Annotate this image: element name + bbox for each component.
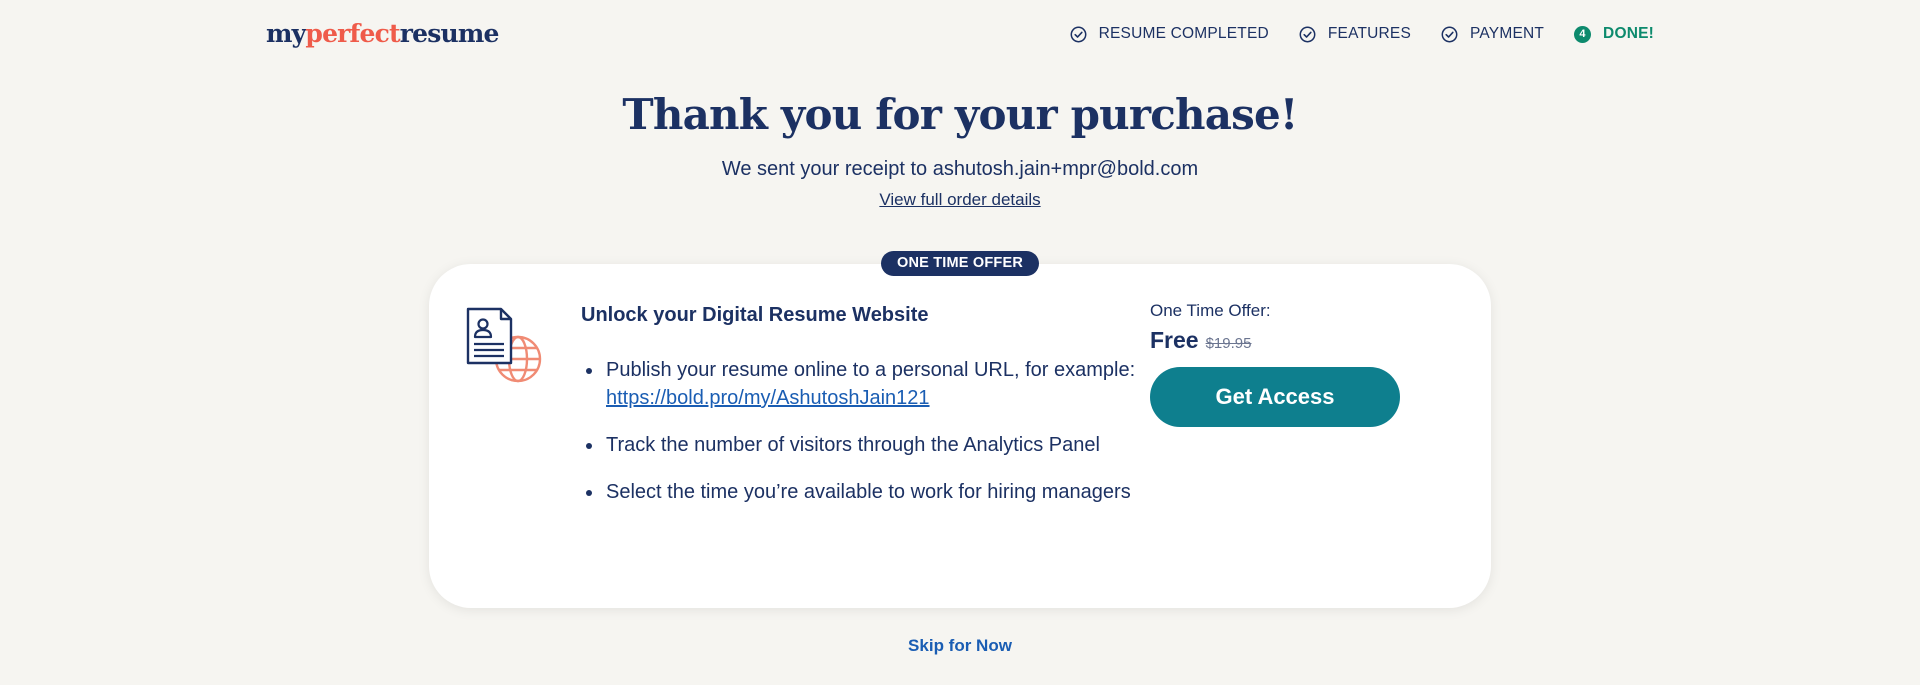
- logo-text-perfect: perfect: [305, 19, 400, 48]
- logo-text-resume: resume: [399, 19, 500, 48]
- step-number-badge: 4: [1574, 25, 1592, 43]
- order-details-container: View full order details: [0, 190, 1920, 210]
- resume-web-icon: [465, 306, 547, 397]
- step-resume-completed: RESUME COMPLETED: [1070, 25, 1269, 43]
- step-done: 4 DONE!: [1574, 25, 1654, 43]
- list-item: Track the number of visitors through the…: [581, 431, 1141, 459]
- step-label: DONE!: [1603, 25, 1654, 42]
- price: Free: [1150, 327, 1199, 353]
- list-item: Publish your resume online to a personal…: [581, 356, 1141, 412]
- view-order-details-link[interactable]: View full order details: [879, 190, 1040, 209]
- feature-list: Publish your resume online to a personal…: [581, 356, 1141, 525]
- one-time-offer-badge: ONE TIME OFFER: [881, 251, 1039, 276]
- progress-steps: RESUME COMPLETED FEATURES PAYMENT 4 DONE…: [1070, 25, 1654, 43]
- offer-label: One Time Offer:: [1150, 301, 1271, 320]
- logo-text-my: my: [266, 19, 306, 48]
- logo[interactable]: myperfectresume: [266, 19, 499, 48]
- sample-url-link[interactable]: https://bold.pro/my/AshutoshJain121: [606, 384, 1141, 412]
- skip-container: Skip for Now: [0, 636, 1920, 656]
- check-circle-icon: [1299, 26, 1316, 43]
- page-title: Thank you for your purchase!: [622, 90, 1298, 139]
- offer-title: Unlock your Digital Resume Website: [581, 304, 929, 326]
- original-price: $19.95: [1205, 335, 1252, 352]
- skip-for-now-link[interactable]: Skip for Now: [908, 636, 1012, 655]
- feature-text: Publish your resume online to a personal…: [606, 359, 1136, 381]
- feature-text: Select the time you’re available to work…: [606, 481, 1131, 503]
- receipt-message: We sent your receipt to ashutosh.jain+mp…: [721, 158, 1199, 180]
- check-circle-icon: [1070, 26, 1087, 43]
- list-item: Select the time you’re available to work…: [581, 478, 1141, 506]
- step-label: FEATURES: [1327, 25, 1412, 42]
- get-access-button[interactable]: Get Access: [1150, 367, 1400, 427]
- step-features: FEATURES: [1299, 25, 1411, 43]
- step-label: RESUME COMPLETED: [1098, 25, 1269, 42]
- price-row: Free $19.95: [1150, 327, 1251, 354]
- step-label: PAYMENT: [1470, 25, 1545, 42]
- top-bar: myperfectresume RESUME COMPLETED FEATURE…: [0, 0, 1920, 72]
- check-circle-icon: [1441, 26, 1458, 43]
- feature-text: Track the number of visitors through the…: [606, 434, 1100, 456]
- step-payment: PAYMENT: [1441, 25, 1544, 43]
- offer-card: Unlock your Digital Resume Website Publi…: [429, 264, 1491, 608]
